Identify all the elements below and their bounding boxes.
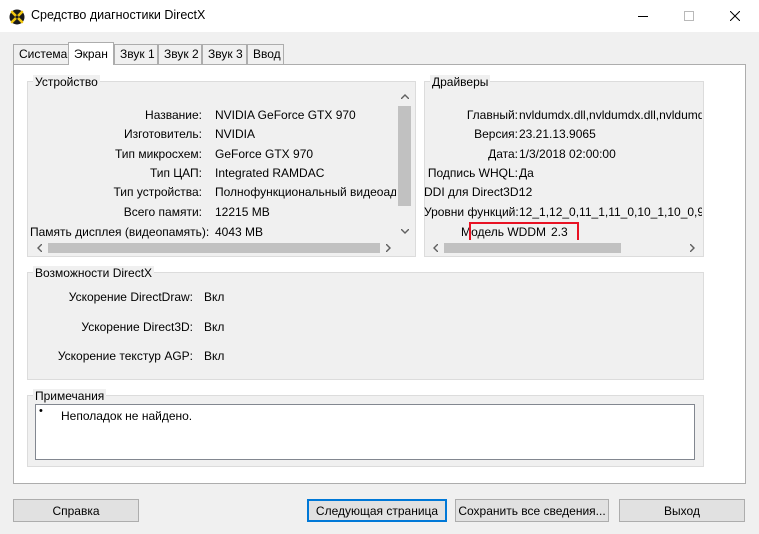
notes-item: Неполадок не найдено. bbox=[61, 409, 193, 423]
chip-type-value: GeForce GTX 970 bbox=[215, 147, 314, 161]
tab-display[interactable]: Экран bbox=[68, 42, 114, 65]
manufacturer-value: NVIDIA bbox=[215, 127, 256, 141]
device-type-value: Полнофункциональный видеоадап bbox=[215, 185, 397, 199]
scroll-down-button[interactable] bbox=[396, 223, 413, 240]
directdraw-label: Ускорение DirectDraw: bbox=[68, 290, 193, 304]
exit-button[interactable]: Выход bbox=[619, 499, 745, 522]
dac-type-label: Тип ЦАП: bbox=[149, 166, 202, 180]
chevron-down-icon bbox=[400, 229, 409, 234]
main-driver-label: Главный: bbox=[466, 108, 518, 122]
driver-version-value: 23.21.13.9065 bbox=[519, 127, 596, 141]
minimize-icon bbox=[638, 16, 648, 17]
driver-version-label: Версия: bbox=[474, 127, 518, 141]
agp-label: Ускорение текстур AGP: bbox=[57, 349, 193, 363]
next-page-button[interactable]: Следующая страница bbox=[307, 499, 447, 522]
manufacturer-label: Изготовитель: bbox=[124, 127, 202, 141]
drivers-scroll-left-button[interactable] bbox=[427, 239, 444, 256]
window-title: Средство диагностики DirectX bbox=[31, 8, 206, 22]
help-button[interactable]: Справка bbox=[13, 499, 139, 522]
close-button[interactable] bbox=[712, 0, 758, 32]
directx-features-title: Возможности DirectX bbox=[33, 266, 155, 280]
main-driver-value: nvldumdx.dll,nvldumdx.dll,nvldumdx.d bbox=[519, 108, 702, 122]
chevron-right-icon bbox=[386, 243, 391, 252]
display-memory-label: Память дисплея (видеопамять): bbox=[30, 225, 210, 239]
chevron-left-icon bbox=[37, 243, 42, 252]
device-type-label: Тип устройства: bbox=[113, 185, 203, 199]
ddi-value: 12 bbox=[519, 185, 533, 199]
feature-levels-label: Уровни функций: bbox=[424, 205, 519, 219]
dac-type-value: Integrated RAMDAC bbox=[215, 166, 325, 180]
driver-date-value: 1/3/2018 02:00:00 bbox=[519, 147, 616, 161]
total-memory-value: 12215 MB bbox=[215, 205, 270, 219]
chevron-right-icon bbox=[690, 243, 695, 252]
ddi-label: DDI для Direct3D: bbox=[424, 185, 522, 199]
chevron-up-icon bbox=[400, 94, 409, 99]
display-memory-value: 4043 MB bbox=[215, 225, 264, 239]
scroll-up-button[interactable] bbox=[396, 88, 413, 105]
tab-system[interactable]: Система bbox=[13, 44, 69, 64]
drivers-scroll-right-button[interactable] bbox=[684, 239, 701, 256]
drivers-horizontal-scroll-thumb[interactable] bbox=[444, 243, 621, 253]
directdraw-value: Вкл bbox=[204, 290, 225, 304]
minimize-button[interactable] bbox=[620, 0, 666, 32]
direct3d-label: Ускорение Direct3D: bbox=[81, 320, 193, 334]
close-icon bbox=[730, 11, 740, 21]
tab-sound-3[interactable]: Звук 3 bbox=[202, 44, 247, 64]
directx-icon bbox=[9, 9, 25, 25]
device-horizontal-scroll-thumb[interactable] bbox=[48, 243, 380, 253]
drivers-group-title: Драйверы bbox=[430, 75, 491, 89]
notes-group-title: Примечания bbox=[33, 389, 107, 403]
scroll-right-button[interactable] bbox=[380, 239, 397, 256]
tab-sound-2[interactable]: Звук 2 bbox=[158, 44, 202, 64]
maximize-button[interactable] bbox=[666, 0, 712, 32]
bullet-icon: • bbox=[39, 405, 43, 417]
agp-value: Вкл bbox=[204, 349, 225, 363]
feature-levels-value: 12_1,12_0,11_1,11_0,10_1,10_0,9_3 bbox=[519, 205, 702, 219]
chevron-left-icon bbox=[433, 243, 438, 252]
whql-value: Да bbox=[519, 166, 534, 180]
save-all-info-button[interactable]: Сохранить все сведения... bbox=[455, 499, 609, 522]
maximize-icon bbox=[684, 11, 694, 21]
whql-label: Подпись WHQL: bbox=[427, 166, 518, 180]
device-vertical-scroll-thumb[interactable] bbox=[398, 106, 411, 206]
device-group-title: Устройство bbox=[33, 75, 100, 89]
tab-input[interactable]: Ввод bbox=[247, 44, 284, 64]
tab-sound-1[interactable]: Звук 1 bbox=[114, 44, 158, 64]
scroll-left-button[interactable] bbox=[31, 239, 48, 256]
device-name-label: Название: bbox=[145, 108, 202, 122]
total-memory-label: Всего памяти: bbox=[123, 205, 202, 219]
direct3d-value: Вкл bbox=[204, 320, 225, 334]
driver-date-label: Дата: bbox=[488, 147, 518, 161]
chip-type-label: Тип микросхем: bbox=[114, 147, 202, 161]
device-name-value: NVIDIA GeForce GTX 970 bbox=[215, 108, 356, 122]
